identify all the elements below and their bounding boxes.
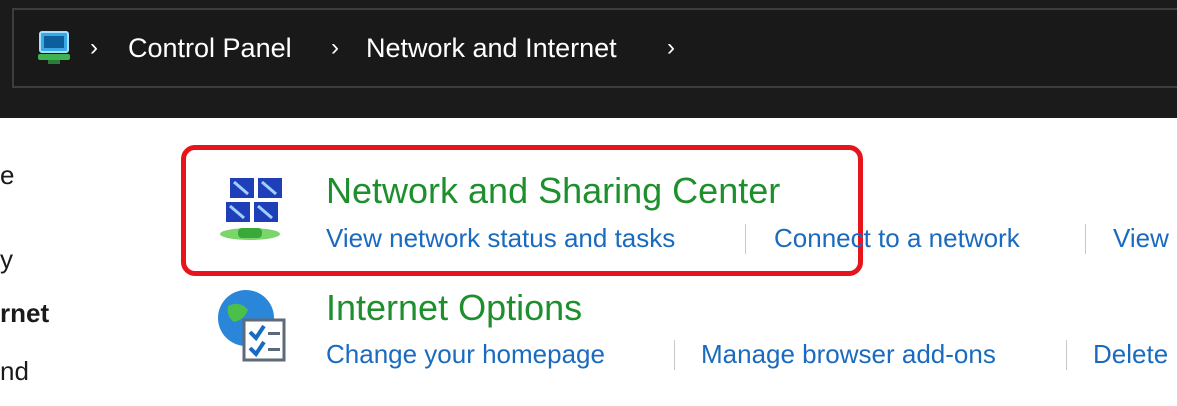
control-panel-icon	[38, 31, 70, 64]
address-toolbar: › Control Panel › Network and Internet ›	[0, 0, 1177, 118]
link-view-more[interactable]: View	[1113, 222, 1169, 254]
link-divider	[1066, 340, 1067, 370]
link-delete[interactable]: Delete	[1093, 338, 1168, 370]
category-title-network-sharing[interactable]: Network and Sharing Center	[326, 170, 780, 212]
breadcrumb-separator[interactable]: ›	[667, 30, 675, 66]
breadcrumb-separator: ›	[331, 34, 339, 61]
breadcrumb-network-and-internet[interactable]: Network and Internet	[366, 30, 617, 66]
link-divider	[674, 340, 675, 370]
link-divider	[1085, 224, 1086, 254]
breadcrumb[interactable]: › Control Panel › Network and Internet ›	[12, 8, 1177, 88]
link-view-network-status[interactable]: View network status and tasks	[326, 222, 675, 254]
sidebar-item[interactable]: y	[0, 244, 13, 274]
sidebar-item[interactable]: e	[0, 160, 14, 190]
breadcrumb-separator: ›	[90, 34, 98, 61]
link-connect-to-network[interactable]: Connect to a network	[774, 222, 1020, 254]
link-change-homepage[interactable]: Change your homepage	[326, 338, 605, 370]
link-divider	[745, 224, 746, 254]
internet-options-icon[interactable]	[214, 286, 298, 370]
network-sharing-icon[interactable]	[214, 172, 296, 246]
sidebar-item[interactable]: nd	[0, 356, 29, 386]
breadcrumb-control-panel[interactable]: Control Panel	[128, 30, 292, 66]
sidebar-item-network-and-internet[interactable]: rnet	[0, 298, 49, 328]
category-title-internet-options[interactable]: Internet Options	[326, 287, 582, 329]
link-manage-addons[interactable]: Manage browser add-ons	[701, 338, 996, 370]
